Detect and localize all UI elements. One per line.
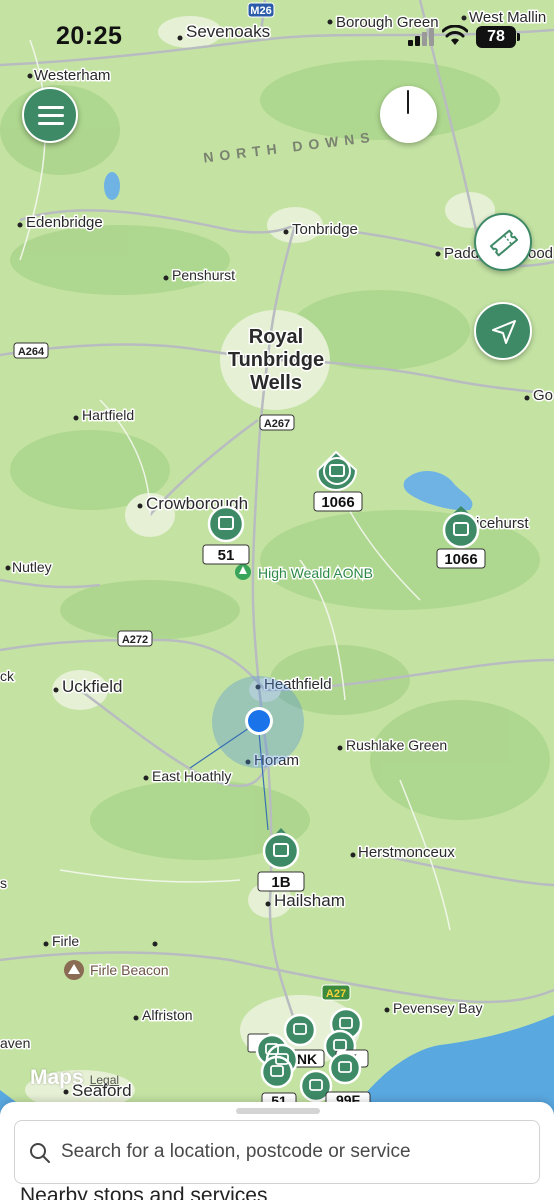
search-icon (30, 1143, 50, 1163)
place-label: Rushlake Green (346, 737, 447, 753)
road-shield: A267 (264, 418, 290, 430)
bottom-sheet[interactable]: Nearby stops and services (0, 1102, 554, 1200)
place-label: Alfriston (142, 1007, 193, 1023)
place-label: Royal (249, 326, 303, 348)
place-label: Edenbridge (26, 214, 103, 231)
place-label: East Hoathly (152, 768, 231, 784)
bus-route-label: 1066 (321, 494, 354, 511)
cellular-signal-icon (408, 28, 434, 46)
place-label: s (0, 875, 7, 891)
search-box[interactable] (14, 1120, 540, 1184)
place-label: Firle (52, 933, 79, 949)
place-label: Tunbridge (228, 349, 324, 371)
place-label: Hartfield (82, 407, 134, 423)
search-input[interactable] (61, 1121, 531, 1183)
bus-route-label: NK (297, 1051, 317, 1067)
map-attribution: Maps Legal (30, 1066, 119, 1090)
place-label: Penshurst (172, 267, 235, 283)
place-label: Pevensey Bay (393, 1000, 483, 1016)
compass-button[interactable] (380, 86, 437, 143)
legal-link[interactable]: Legal (90, 1073, 119, 1087)
nearby-heading: Nearby stops and services (20, 1184, 268, 1200)
place-label: aven (0, 1035, 30, 1051)
status-time: 20:25 (56, 22, 123, 50)
place-label: Hailsham (274, 891, 345, 910)
bus-route-label: 1066 (444, 551, 477, 568)
map[interactable]: NORTH DOWNS Sevenoaks Westerham Borough … (0, 0, 554, 1200)
locate-me-button[interactable] (474, 302, 532, 360)
place-label: Wells (250, 372, 302, 394)
place-label: Herstmonceux (358, 844, 455, 861)
place-label: Tonbridge (292, 221, 358, 238)
ticket-icon (489, 229, 519, 257)
poi-label: Firle Beacon (90, 962, 169, 978)
place-label: Uckfield (62, 677, 122, 696)
road-shield: A27 (326, 988, 346, 1000)
place-label: icehurst (476, 515, 529, 532)
tickets-button[interactable] (474, 213, 532, 271)
menu-button[interactable] (22, 87, 78, 143)
menu-icon (38, 106, 64, 109)
wifi-icon (442, 25, 468, 45)
road-shield: A272 (122, 634, 148, 646)
maps-brand: Maps (30, 1066, 84, 1089)
compass-icon (407, 90, 409, 114)
bus-route-label: 1B (271, 874, 290, 891)
location-arrow-icon (492, 320, 516, 344)
sheet-grabber[interactable] (236, 1108, 320, 1114)
battery-icon: 78 (476, 26, 520, 48)
place-label: Nutley (12, 559, 52, 575)
place-label: Go (533, 387, 553, 404)
bus-route-label: 51 (218, 547, 235, 564)
road-shield: A264 (18, 346, 45, 358)
place-label: ood (528, 245, 553, 262)
place-label: ck (0, 668, 15, 684)
status-bar: 20:25 78 (0, 0, 554, 70)
poi-label: High Weald AONB (258, 565, 373, 581)
